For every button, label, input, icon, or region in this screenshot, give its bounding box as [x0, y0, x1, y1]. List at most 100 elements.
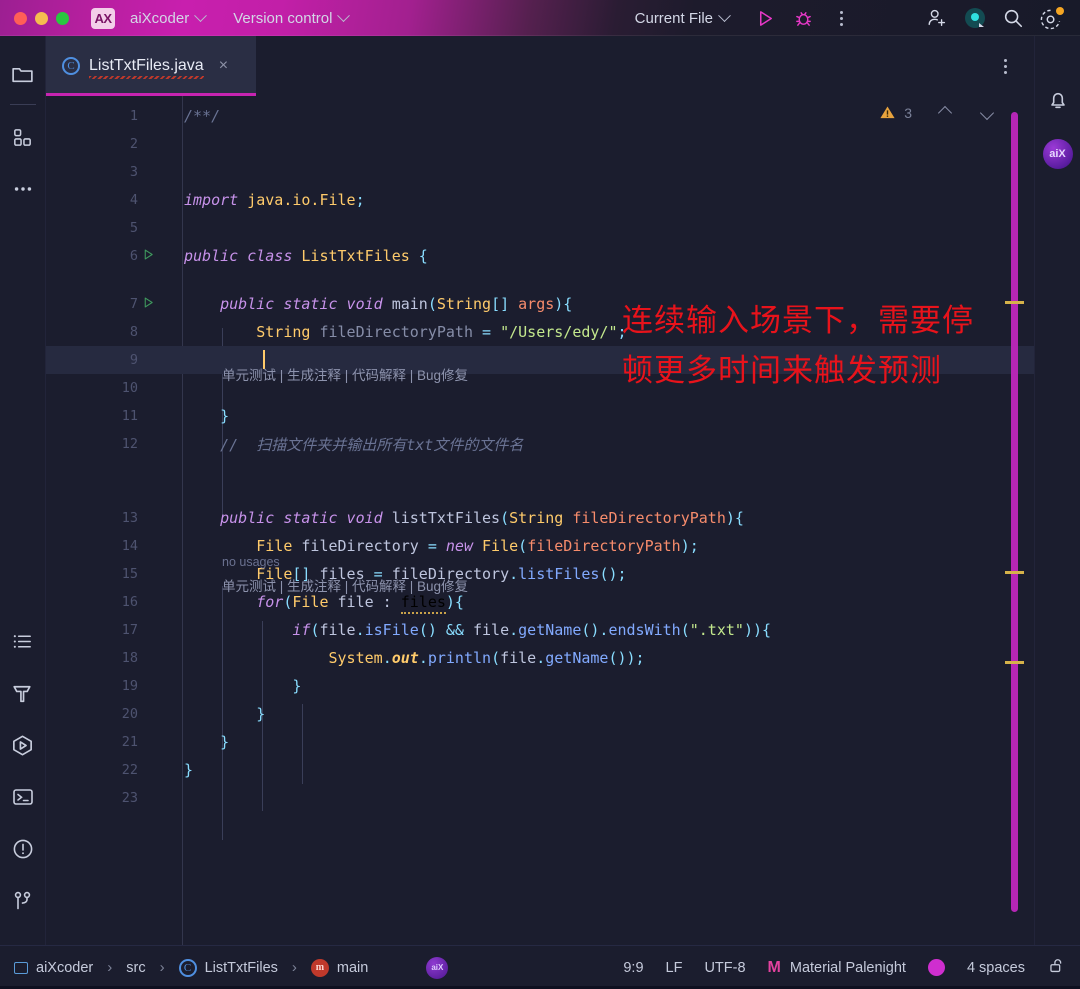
line-separator[interactable]: LF: [666, 960, 683, 976]
aixcoder-panel-button[interactable]: aiX: [1042, 139, 1073, 169]
line-number: 13: [121, 510, 138, 526]
indent-setting[interactable]: 4 spaces: [967, 960, 1025, 976]
line-number: 16: [121, 594, 138, 610]
theme-indicator[interactable]: M Material Palenight: [768, 959, 906, 977]
breadcrumb-item-src[interactable]: src: [126, 960, 145, 976]
search-button[interactable]: [994, 3, 1032, 33]
code-lines-container[interactable]: 1/**/2 3 4 import java.io.File; 5 6 public cla…: [46, 96, 1034, 945]
line-number: 21: [121, 734, 138, 750]
editor-tab-label: ListTxtFiles.java: [89, 57, 204, 79]
code-line[interactable]: 14 File fileDirectory = new File(fileDir…: [46, 532, 1034, 560]
previous-problem-icon[interactable]: [937, 105, 953, 120]
editor-scrollbar[interactable]: [1011, 112, 1018, 912]
caret-position[interactable]: 9:9: [623, 960, 643, 976]
code-line[interactable]: 18 System.out.println(file.getName());: [46, 644, 1034, 672]
tab-bar-actions: [986, 36, 1034, 96]
inspection-widget[interactable]: 3: [879, 104, 995, 121]
ai-inlay-actions-method[interactable]: 单元测试 | 生成注释 | 代码解释 | Bug修复: [222, 575, 468, 595]
more-options-button[interactable]: [822, 3, 860, 33]
close-window-button[interactable]: [14, 11, 27, 25]
version-control-menu[interactable]: Version control: [228, 7, 353, 30]
breadcrumb-item-class[interactable]: ListTxtFiles: [205, 960, 278, 976]
line-number: 17: [121, 622, 138, 638]
sidebar-item-more-tool-windows[interactable]: [0, 163, 46, 215]
tab-bar-empty-area: [256, 36, 986, 96]
sidebar-item-problems[interactable]: [0, 823, 46, 875]
scrollbar-warning-marker[interactable]: [1005, 301, 1024, 304]
run-gutter-icon[interactable]: [142, 248, 155, 265]
code-line[interactable]: 20 }: [46, 700, 1034, 728]
breadcrumb-item-module[interactable]: aiXcoder: [36, 960, 93, 976]
aixcoder-status-badge[interactable]: aiX: [426, 956, 449, 979]
usage-hint-label: no usages: [222, 555, 280, 569]
left-tool-rail: [0, 36, 46, 945]
theme-name: Material Palenight: [789, 959, 906, 976]
line-number: 2: [129, 136, 138, 152]
ide-window: AX aiXcoder Version control Current File: [0, 0, 1080, 989]
code-line[interactable]: 5: [46, 214, 1034, 242]
line-number: 1: [129, 108, 138, 124]
annotation-line-2: 顿更多时间来触发预测: [622, 353, 942, 389]
code-line[interactable]: 3: [46, 158, 1034, 186]
code-line-text: String fileDirectoryPath = "/Users/edy/"…: [256, 323, 627, 341]
notifications-button[interactable]: [1046, 88, 1070, 117]
minimize-window-button[interactable]: [35, 11, 48, 25]
file-encoding[interactable]: UTF-8: [704, 960, 745, 976]
line-number: 4: [129, 192, 138, 208]
line-number: 7: [129, 296, 138, 312]
readonly-toggle-button[interactable]: [1047, 956, 1066, 979]
sidebar-item-terminal[interactable]: [0, 771, 46, 823]
run-configuration-selector[interactable]: Current File: [630, 7, 734, 30]
chevron-down-icon: [337, 8, 351, 22]
project-menu[interactable]: aiXcoder: [125, 7, 210, 30]
editor-tab-listtxtfiles[interactable]: C ListTxtFiles.java ×: [46, 36, 256, 96]
sidebar-item-todo[interactable]: [0, 615, 46, 667]
run-button[interactable]: [746, 3, 784, 33]
unlocked-padlock-icon: [1050, 959, 1062, 973]
code-line[interactable]: 19 }: [46, 672, 1034, 700]
settings-update-badge: [1056, 7, 1064, 15]
theme-color-dot[interactable]: [927, 959, 945, 976]
run-gutter-icon[interactable]: [142, 296, 155, 313]
scrollbar-warning-marker[interactable]: [1005, 571, 1024, 574]
code-line[interactable]: 2: [46, 130, 1034, 158]
breadcrumb-separator: ›: [291, 959, 297, 976]
next-problem-icon[interactable]: [979, 105, 995, 120]
add-collaborator-button[interactable]: [918, 3, 956, 33]
scrollbar-warning-marker[interactable]: [1005, 661, 1024, 664]
method-icon: m: [310, 958, 329, 977]
code-line[interactable]: 21 }: [46, 728, 1034, 756]
line-number: 9: [129, 352, 138, 368]
close-tab-button[interactable]: ×: [219, 57, 228, 75]
code-line[interactable]: 15 File[] files = fileDirectory.listFile…: [46, 560, 1034, 588]
code-line[interactable]: 4 import java.io.File;: [46, 186, 1034, 214]
breadcrumb-item-method[interactable]: main: [337, 960, 368, 976]
sidebar-item-git[interactable]: [0, 875, 46, 927]
code-line[interactable]: 6 public class ListTxtFiles {: [46, 242, 1034, 270]
window-controls[interactable]: [0, 11, 69, 25]
sidebar-item-build[interactable]: [0, 667, 46, 719]
status-bar-right: 9:9 LF UTF-8 M Material Palenight 4 spac…: [623, 956, 1066, 979]
code-line[interactable]: 13 public static void listTxtFiles(Strin…: [46, 504, 1034, 532]
code-line-text: }: [184, 407, 230, 425]
sidebar-item-run[interactable]: [0, 719, 46, 771]
code-line-text: for(File file : files){: [184, 593, 464, 614]
module-icon: [14, 961, 28, 974]
code-line[interactable]: 16 for(File file : files){: [46, 588, 1034, 616]
editor-pane: C ListTxtFiles.java × 1 /**/ 2 3 4 impor…: [46, 36, 1034, 945]
code-line[interactable]: 23: [46, 784, 1034, 812]
ai-assistant-button[interactable]: [956, 3, 994, 33]
sidebar-item-structure[interactable]: [0, 111, 46, 163]
editor-tab-options-button[interactable]: [986, 51, 1024, 81]
code-editor[interactable]: 1/**/2 3 4 import java.io.File; 5 6 public cla…: [46, 96, 1034, 945]
settings-button[interactable]: [1032, 3, 1070, 33]
line-number: 22: [121, 762, 138, 778]
maximize-window-button[interactable]: [56, 11, 69, 25]
ai-inlay-actions-class[interactable]: 单元测试 | 生成注释 | 代码解释 | Bug修复: [222, 364, 468, 384]
code-line[interactable]: 11 }: [46, 402, 1034, 430]
code-line[interactable]: 17 if(file.isFile() && file.getName().en…: [46, 616, 1034, 644]
code-line[interactable]: 22}: [46, 756, 1034, 784]
code-line[interactable]: 12 // 扫描文件夹并输出所有txt文件的文件名: [46, 430, 1034, 458]
debug-button[interactable]: [784, 3, 822, 33]
sidebar-item-project[interactable]: [0, 48, 46, 100]
